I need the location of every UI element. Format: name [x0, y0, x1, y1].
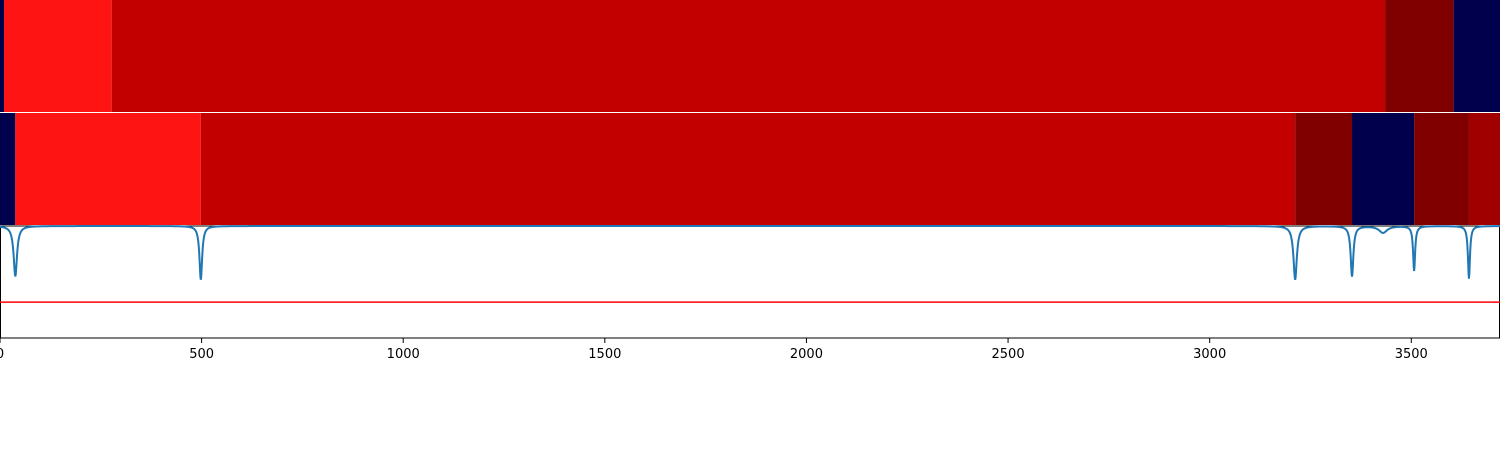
track-1-segment-2: [200, 113, 1296, 225]
x-axis: 0 500 1000 1500 2000 2500 3000 3500: [0, 338, 1428, 362]
x-tick-label-6: 3000: [1193, 347, 1226, 362]
x-tick-label-4: 2000: [790, 347, 823, 362]
signal-panel-frame: [0, 225, 1500, 339]
track-1-segment-6: [1468, 113, 1500, 225]
track-0-segment-0: [0, 0, 5, 112]
track-1-segment-4: [1352, 113, 1415, 225]
track-0-segment-2: [111, 0, 1386, 112]
track-1-segment-1: [15, 113, 201, 225]
x-tick-label-2: 1000: [387, 347, 420, 362]
x-tick-label-0: 0: [0, 347, 4, 362]
x-tick-label-1: 500: [189, 347, 214, 362]
heatmap-track-top: [0, 0, 1500, 112]
track-1-segment-5: [1414, 113, 1469, 225]
track-1-segment-0: [0, 113, 16, 225]
track-0-segment-1: [4, 0, 112, 112]
signal-series: [0, 225, 1500, 281]
track-0-segment-3: [1385, 0, 1454, 112]
chart: 0 500 1000 1500 2000 2500 3000 3500: [0, 0, 1500, 362]
track-1-segment-3: [1295, 113, 1353, 225]
track-0-segment-4: [1453, 0, 1500, 112]
x-tick-label-5: 2500: [992, 347, 1025, 362]
x-tick-label-7: 3500: [1395, 347, 1428, 362]
heatmap-track-bottom: [0, 113, 1500, 225]
signal-panel: [0, 225, 1500, 339]
x-tick-label-3: 1500: [588, 347, 621, 362]
